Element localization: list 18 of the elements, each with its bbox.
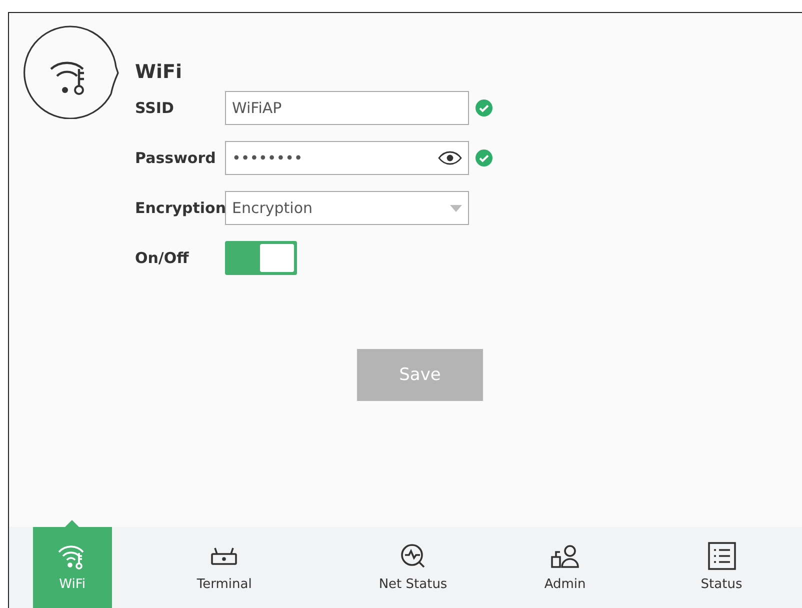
encryption-dropdown[interactable]: Encryption (225, 191, 469, 225)
field-label: SSID (135, 99, 175, 117)
field-label: Encryption (135, 199, 225, 217)
nav-tab[interactable]: Terminal (112, 520, 338, 608)
check-icon (475, 99, 493, 117)
nav-tab[interactable]: Status (641, 520, 802, 608)
eye-icon[interactable] (438, 151, 462, 165)
field-label: On/Off (135, 249, 190, 267)
list-icon (706, 541, 738, 571)
password-field[interactable]: •••••••• (225, 141, 469, 175)
nav-tab[interactable]: Admin (489, 520, 642, 608)
nav-tab[interactable]: Net Status (337, 520, 490, 608)
section-title: WiFi (135, 61, 183, 83)
field-label: Password (135, 149, 217, 167)
caret-icon (450, 204, 462, 212)
toggle-switch[interactable] (225, 241, 297, 275)
check-icon (475, 149, 493, 167)
ssid-field[interactable]: WiFiAP (225, 91, 469, 125)
